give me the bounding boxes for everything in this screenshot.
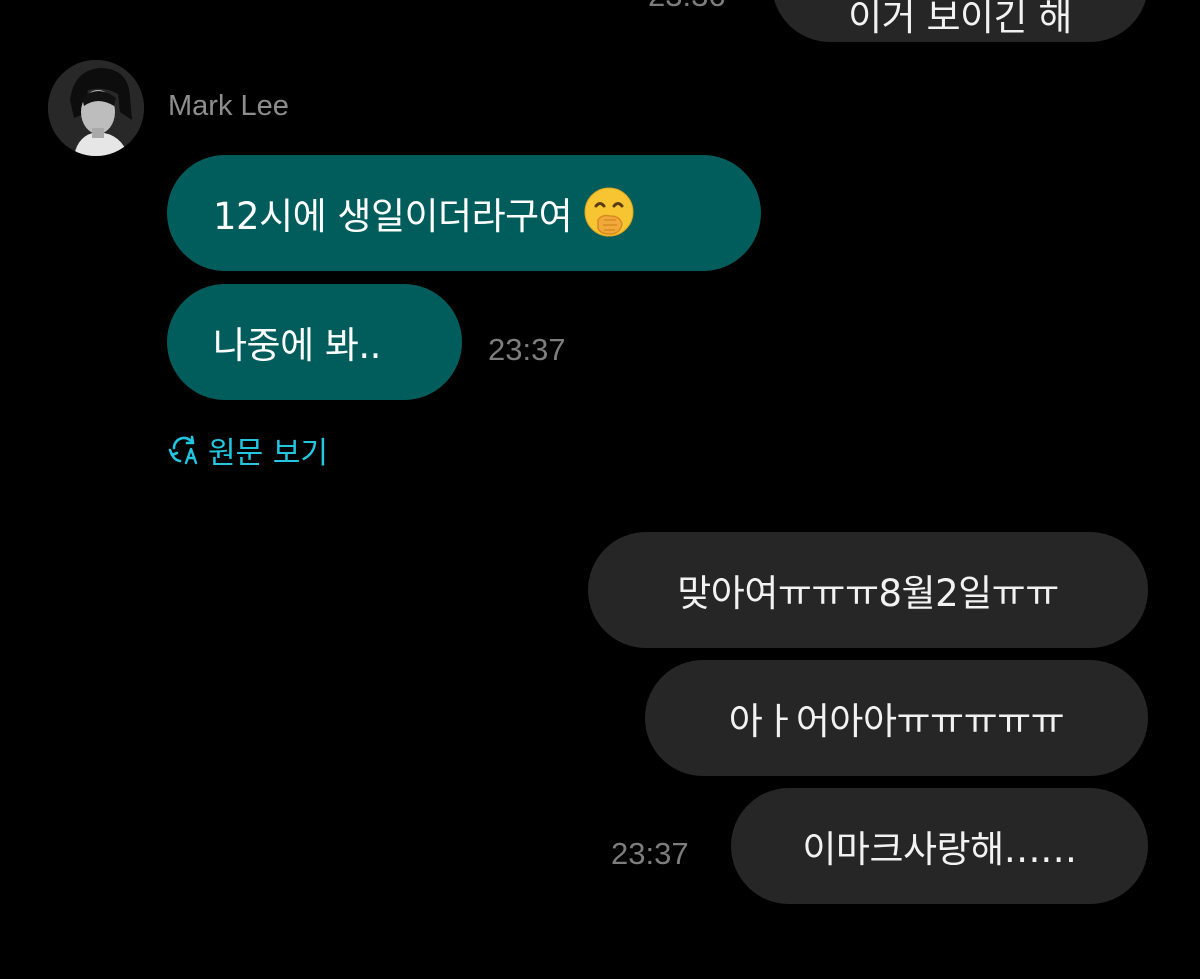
outgoing-message-bubble[interactable]: 맞아여ㅠㅠㅠ8월2일ㅠㅠ xyxy=(588,532,1148,648)
message-text: 12시에 생일이더라구여 xyxy=(213,195,573,238)
outgoing-message-bubble[interactable]: 이마크사랑해…… xyxy=(731,788,1148,904)
incoming-timestamp: 23:37 xyxy=(488,332,566,367)
see-original-label: 원문 보기 xyxy=(208,436,328,471)
partial-timestamp: 23:36 xyxy=(648,0,726,14)
outgoing-message-bubble[interactable]: 아ㅏ어아아ㅠㅠㅠㅠㅠ xyxy=(645,660,1148,776)
see-original-link[interactable]: 원문 보기 xyxy=(168,428,328,472)
message-text: 나중에 봐.. xyxy=(213,324,381,367)
avatar[interactable] xyxy=(48,60,144,156)
sender-name[interactable]: Mark Lee xyxy=(168,90,289,123)
message-text: 아ㅏ어아아ㅠㅠㅠㅠㅠ xyxy=(728,700,1065,743)
incoming-message-bubble[interactable]: 12시에 생일이더라구여 xyxy=(167,155,761,271)
face-with-hand-over-mouth-icon xyxy=(584,187,634,237)
outgoing-message-bubble-partial[interactable]: 이거 보이긴 해 xyxy=(772,0,1148,42)
message-text: 이거 보이긴 해 xyxy=(848,0,1072,39)
message-text: 이마크사랑해…… xyxy=(802,828,1077,871)
profile-photo xyxy=(48,60,144,156)
outgoing-timestamp: 23:37 xyxy=(611,836,689,871)
translate-icon xyxy=(168,435,198,465)
incoming-message-bubble[interactable]: 나중에 봐.. xyxy=(167,284,462,400)
message-text: 맞아여ㅠㅠㅠ8월2일ㅠㅠ xyxy=(677,572,1059,615)
